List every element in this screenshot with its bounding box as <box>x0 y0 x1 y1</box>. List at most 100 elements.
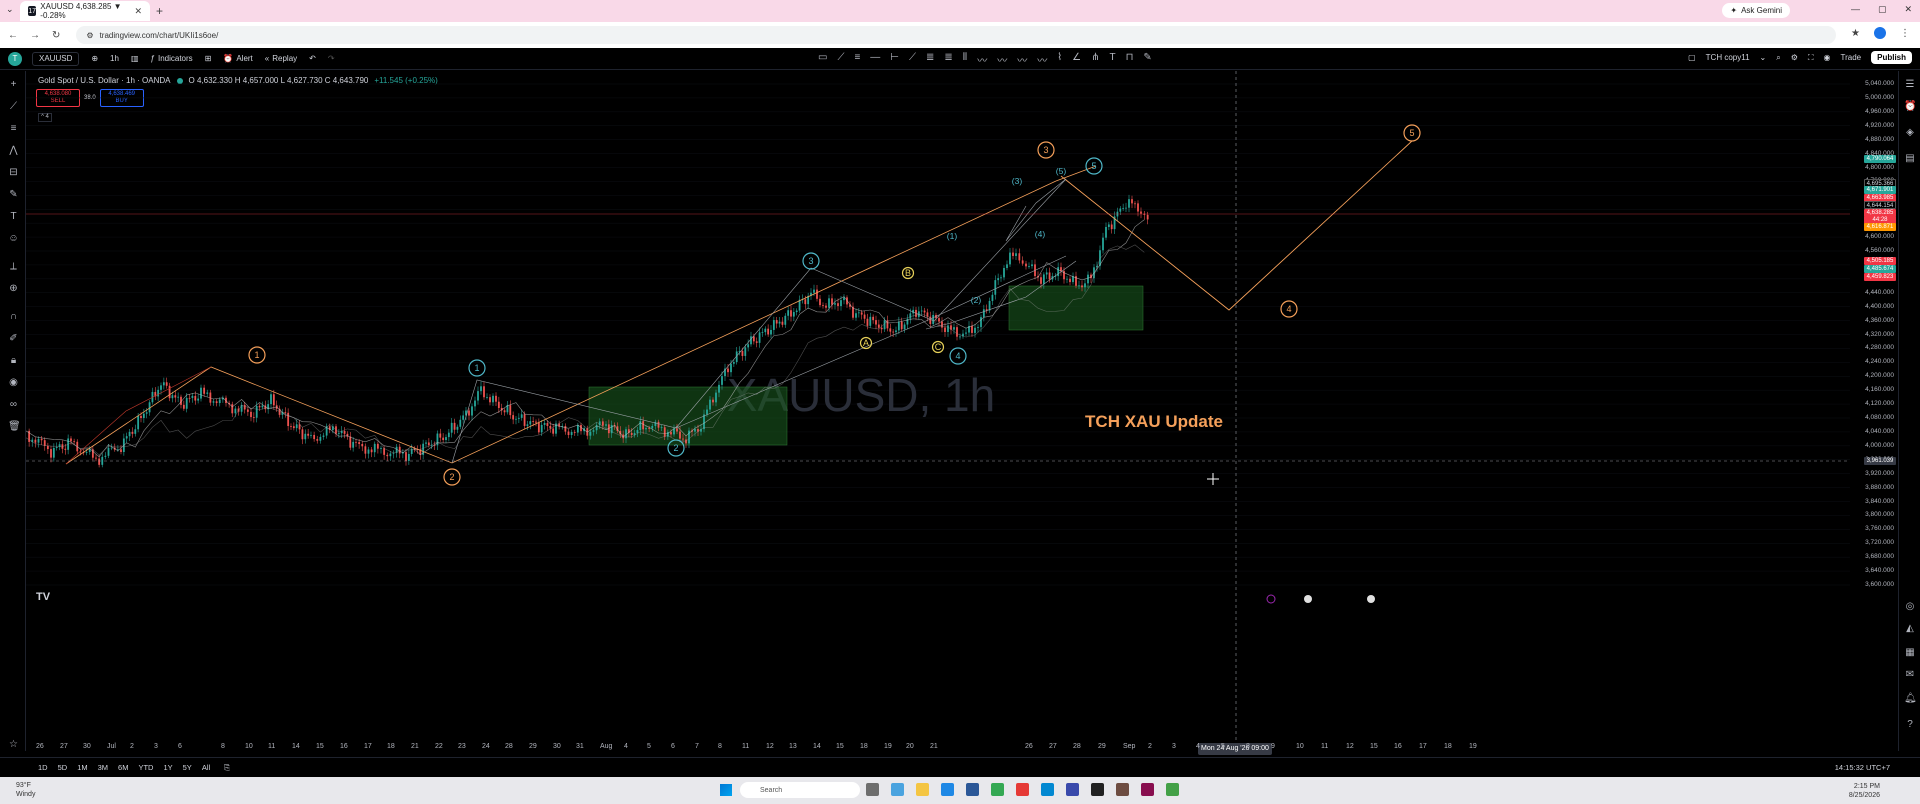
app-magenta-icon[interactable] <box>1141 783 1154 796</box>
site-info-icon[interactable]: ⚙ <box>86 31 93 40</box>
calendar-icon[interactable]: ▦ <box>1904 647 1916 659</box>
new-tab-button[interactable]: + <box>156 4 163 18</box>
edge-icon[interactable] <box>941 783 954 796</box>
user-avatar[interactable]: T <box>8 51 22 66</box>
range-button-5d[interactable]: 5D <box>58 763 68 772</box>
ideas-icon[interactable]: ◭ <box>1904 623 1916 635</box>
fullscreen-icon[interactable]: ⛶ <box>1808 53 1814 63</box>
measure-tool-icon[interactable]: ⊓ <box>1126 52 1134 67</box>
alert-button[interactable]: ⏰ Alert <box>223 54 252 63</box>
fib-tool-icon[interactable]: ≣ <box>926 52 934 67</box>
prediction-icon[interactable]: ⊟ <box>8 167 19 178</box>
browser-menu-icon[interactable]: ⋮ <box>1900 28 1910 39</box>
file-explorer-icon[interactable] <box>916 783 929 796</box>
indicators-button[interactable]: ƒ Indicators <box>151 54 193 63</box>
symbol-search-button[interactable]: XAUUSD <box>32 51 80 66</box>
trash-icon[interactable]: 🗑︎ <box>8 421 21 432</box>
close-window-button[interactable]: ✕ <box>1904 4 1912 15</box>
wave-12345-tool-icon[interactable]: 〰 <box>1017 52 1027 67</box>
stay-drawing-icon[interactable]: ✐ <box>8 333 19 344</box>
trade-button[interactable]: Trade <box>1841 53 1862 62</box>
vlines-tool-icon[interactable]: ⦀ <box>963 52 967 67</box>
range-button-all[interactable]: All <box>202 763 210 772</box>
maximize-button[interactable]: ▢ <box>1878 4 1887 15</box>
publish-button[interactable]: Publish <box>1871 51 1912 64</box>
link-icon[interactable]: ∞ <box>8 399 19 410</box>
bookmark-star-icon[interactable]: ★ <box>1851 28 1860 39</box>
chat-icon[interactable]: ✉ <box>1904 669 1916 681</box>
redo-icon[interactable]: ↷ <box>328 54 335 63</box>
range-button-1m[interactable]: 1M <box>77 763 87 772</box>
fib-ext-tool-icon[interactable]: ≣ <box>944 52 952 67</box>
app-blue-icon[interactable] <box>1066 783 1079 796</box>
trendline-icon[interactable]: ⟋ <box>8 101 19 112</box>
minimize-button[interactable]: — <box>1851 4 1860 15</box>
telegram-icon[interactable] <box>1041 783 1054 796</box>
goto-date-icon[interactable]: ⎘ <box>224 763 230 773</box>
weather-widget[interactable]: 93°F Windy <box>16 781 35 799</box>
profile-avatar[interactable] <box>1874 27 1886 39</box>
target-icon[interactable]: ◎ <box>1904 601 1916 613</box>
replay-button[interactable]: « Replay <box>265 54 297 63</box>
alerts-icon[interactable]: ⏰ <box>1904 101 1916 113</box>
brush-tool-icon[interactable]: ⌇ <box>1057 52 1062 67</box>
windows-start-icon[interactable] <box>720 784 732 796</box>
favorites-star-icon[interactable]: ☆ <box>8 739 19 750</box>
range-button-ytd[interactable]: YTD <box>138 763 153 772</box>
price-axis[interactable]: 5,040.000 5,000.000 4,960.000 4,920.000 4,88… <box>1850 71 1898 741</box>
snapshot-icon[interactable]: ◉ <box>1824 53 1831 62</box>
browser-tab[interactable]: 17 XAUUSD 4,638.285 ▼ -0.28% ✕ <box>20 1 150 21</box>
pitchfork-tool-icon[interactable]: ⋔ <box>1091 52 1099 67</box>
compare-symbol-icon[interactable]: ⊕ <box>91 54 98 63</box>
wave-abc-tool-icon[interactable]: 〰 <box>997 52 1007 67</box>
url-field[interactable]: ⚙ tradingview.com/chart/UKIi1s6oe/ <box>76 26 1837 44</box>
pattern-icon[interactable]: ⋀ <box>8 145 19 156</box>
layout-icon[interactable]: ▢ <box>1688 53 1696 62</box>
trendline-tool-icon[interactable]: ⟋ <box>837 52 844 67</box>
task-view-icon[interactable] <box>866 783 879 796</box>
utc-clock[interactable]: 14:15:32 UTC+7 <box>1835 763 1890 772</box>
hline-tool-icon[interactable]: — <box>870 52 880 67</box>
range-tool-icon[interactable]: ⊢ <box>890 52 899 67</box>
text-icon[interactable]: T <box>8 211 19 222</box>
tab-menu-icon[interactable]: ⌄ <box>6 4 14 15</box>
system-clock[interactable]: 2:15 PM 8/25/2026 <box>1849 782 1880 800</box>
watchlist-icon[interactable]: ☰ <box>1904 79 1916 91</box>
rectangle-tool-icon[interactable]: ▭ <box>818 52 827 67</box>
magnet-icon[interactable]: ∩ <box>8 311 19 322</box>
interval-button[interactable]: 1h <box>110 54 119 63</box>
hlines-tool-icon[interactable]: ≡ <box>854 52 860 67</box>
wave-tool-icon[interactable]: 〰 <box>977 52 987 67</box>
wave-combo-tool-icon[interactable]: 〰 <box>1037 52 1047 67</box>
back-icon[interactable]: ← <box>8 30 18 41</box>
quick-search-icon[interactable]: ⌕ <box>1776 53 1780 63</box>
angle-tool-icon[interactable]: ∠ <box>1072 52 1081 67</box>
pen-tool-icon[interactable]: ✎ <box>1143 52 1151 67</box>
ray-tool-icon[interactable]: ⟋ <box>909 52 916 67</box>
reload-icon[interactable]: ↻ <box>52 30 60 41</box>
fib-icon[interactable]: ≡ <box>8 123 19 134</box>
icons-icon[interactable]: ☺ <box>8 233 19 244</box>
notifications-icon[interactable]: 🔔︎ <box>1904 693 1917 705</box>
app-brown-icon[interactable] <box>1116 783 1129 796</box>
close-tab-icon[interactable]: ✕ <box>134 6 142 17</box>
chrome-2-icon[interactable] <box>1166 783 1179 796</box>
store-icon[interactable] <box>966 783 979 796</box>
undo-icon[interactable]: ↶ <box>309 54 316 63</box>
brush-icon[interactable]: ✎ <box>8 189 19 200</box>
help-icon[interactable]: ? <box>1904 719 1916 731</box>
range-button-6m[interactable]: 6M <box>118 763 128 772</box>
settings-icon[interactable]: ⚙ <box>1791 53 1798 62</box>
layout-name[interactable]: TCH copy11 <box>1706 53 1750 62</box>
range-button-5y[interactable]: 5Y <box>183 763 192 772</box>
lock-icon[interactable]: 🔒︎ <box>8 355 19 366</box>
widgets-icon[interactable] <box>891 783 904 796</box>
hide-icon[interactable]: ◉ <box>8 377 19 388</box>
range-button-3m[interactable]: 3M <box>98 763 108 772</box>
candle-style-icon[interactable]: ▥ <box>131 54 139 63</box>
layout-dropdown-icon[interactable]: ⌄ <box>1760 53 1767 62</box>
app-dark-icon[interactable] <box>1091 783 1104 796</box>
layers-icon[interactable]: ◈ <box>1904 127 1916 139</box>
news-icon[interactable]: ▤ <box>1904 153 1916 165</box>
price-chart[interactable]: XAUUSD, 1h TCH XAU Update 1245312345ABC(… <box>26 71 1850 741</box>
